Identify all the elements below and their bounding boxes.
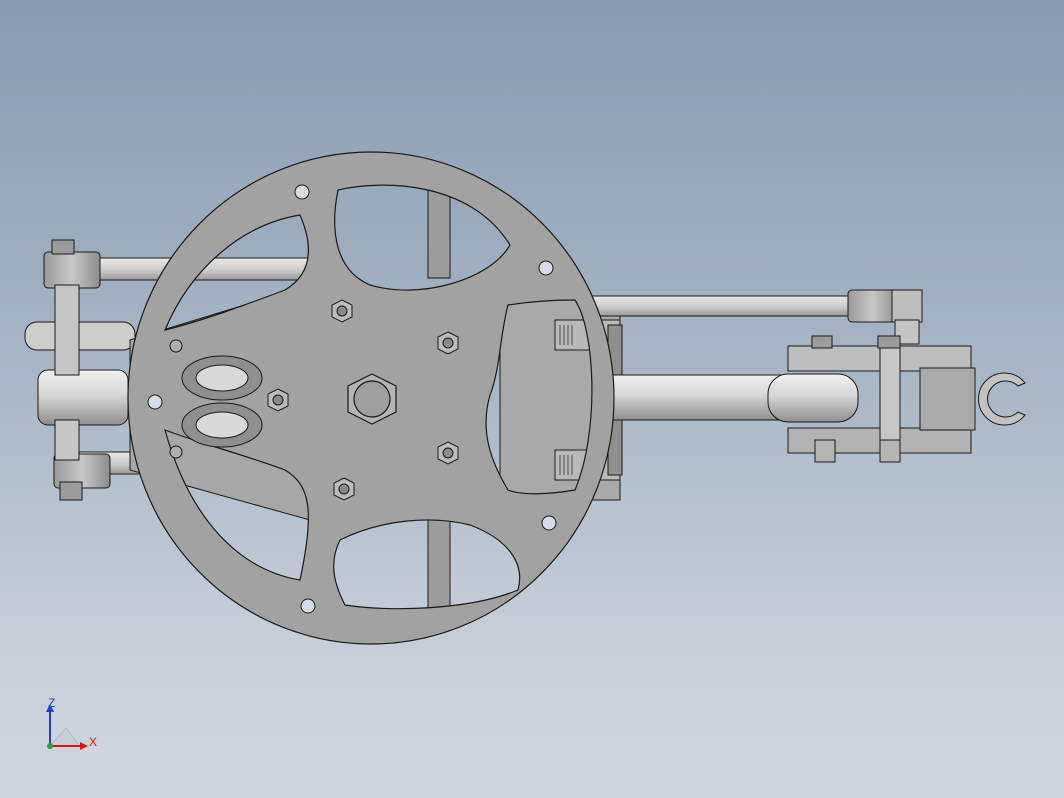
assembly-model[interactable] [0,0,1064,798]
x-arrow-head [80,742,88,750]
triad-plane [49,727,81,747]
right-clevis [767,335,1026,463]
main-tube [604,374,786,421]
z-axis-label: Z [48,698,55,710]
upper-tie-rod [589,289,923,345]
coordinate-triad: Z X [46,698,97,750]
y-axis-dot [47,743,53,749]
x-axis-label: X [89,735,97,749]
graphics-viewport[interactable]: Z X [0,0,1064,798]
